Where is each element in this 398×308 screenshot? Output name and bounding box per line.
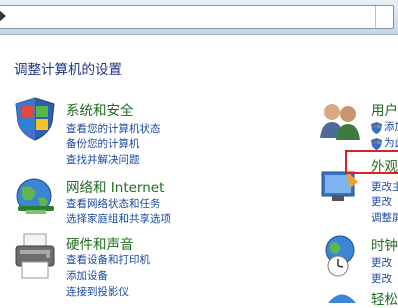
users-icon[interactable] xyxy=(318,100,364,146)
printer-icon[interactable] xyxy=(12,232,58,286)
address-field[interactable] xyxy=(0,5,394,29)
ease-access-icon[interactable] xyxy=(324,288,360,307)
category-hardware-sound[interactable]: 硬件和声音 xyxy=(66,233,134,253)
link-appearance-2[interactable]: 更改 xyxy=(371,194,392,209)
clock-globe-icon[interactable] xyxy=(320,234,362,282)
link-devices-printers[interactable]: 查看设备和打印机 xyxy=(66,252,150,267)
network-globe-icon[interactable] xyxy=(12,176,58,224)
link-view-status[interactable]: 查看您的计算机状态 xyxy=(66,121,161,136)
link-backup[interactable]: 备份您的计算机 xyxy=(66,136,140,151)
link-homegroup[interactable]: 选择家庭组和共享选项 xyxy=(66,211,171,226)
link-troubleshoot[interactable]: 查找并解决问题 xyxy=(66,152,140,167)
shield-flag-icon[interactable] xyxy=(12,96,58,146)
category-system-security[interactable]: 系统和安全 xyxy=(66,99,134,119)
category-ease-access[interactable]: 轻松 xyxy=(371,288,398,308)
address-divider xyxy=(375,6,376,28)
appearance-icon[interactable] xyxy=(320,168,360,208)
category-network-internet[interactable]: 网络和 Internet xyxy=(66,176,164,196)
link-projector[interactable]: 连接到投影仪 xyxy=(66,284,129,299)
link-clock-2[interactable]: 更改 xyxy=(371,271,392,286)
link-add-device[interactable]: 添加设备 xyxy=(66,268,108,283)
forward-arrow-icon[interactable] xyxy=(0,10,6,22)
link-add-user[interactable]: 添加 xyxy=(384,119,398,134)
link-clock-1[interactable]: 更改 xyxy=(371,255,392,270)
link-user-settings[interactable]: 为此 xyxy=(384,135,398,150)
address-bar xyxy=(0,0,398,35)
category-clock[interactable]: 时钟 xyxy=(371,234,398,254)
page-title: 调整计算机的设置 xyxy=(14,62,122,78)
link-appearance-1[interactable]: 更改主 xyxy=(371,179,398,194)
link-network-status[interactable]: 查看网络状态和任务 xyxy=(66,196,161,211)
category-users[interactable]: 用户 xyxy=(371,99,398,119)
highlight-box xyxy=(345,150,398,174)
link-appearance-3[interactable]: 调整屏 xyxy=(371,210,398,225)
